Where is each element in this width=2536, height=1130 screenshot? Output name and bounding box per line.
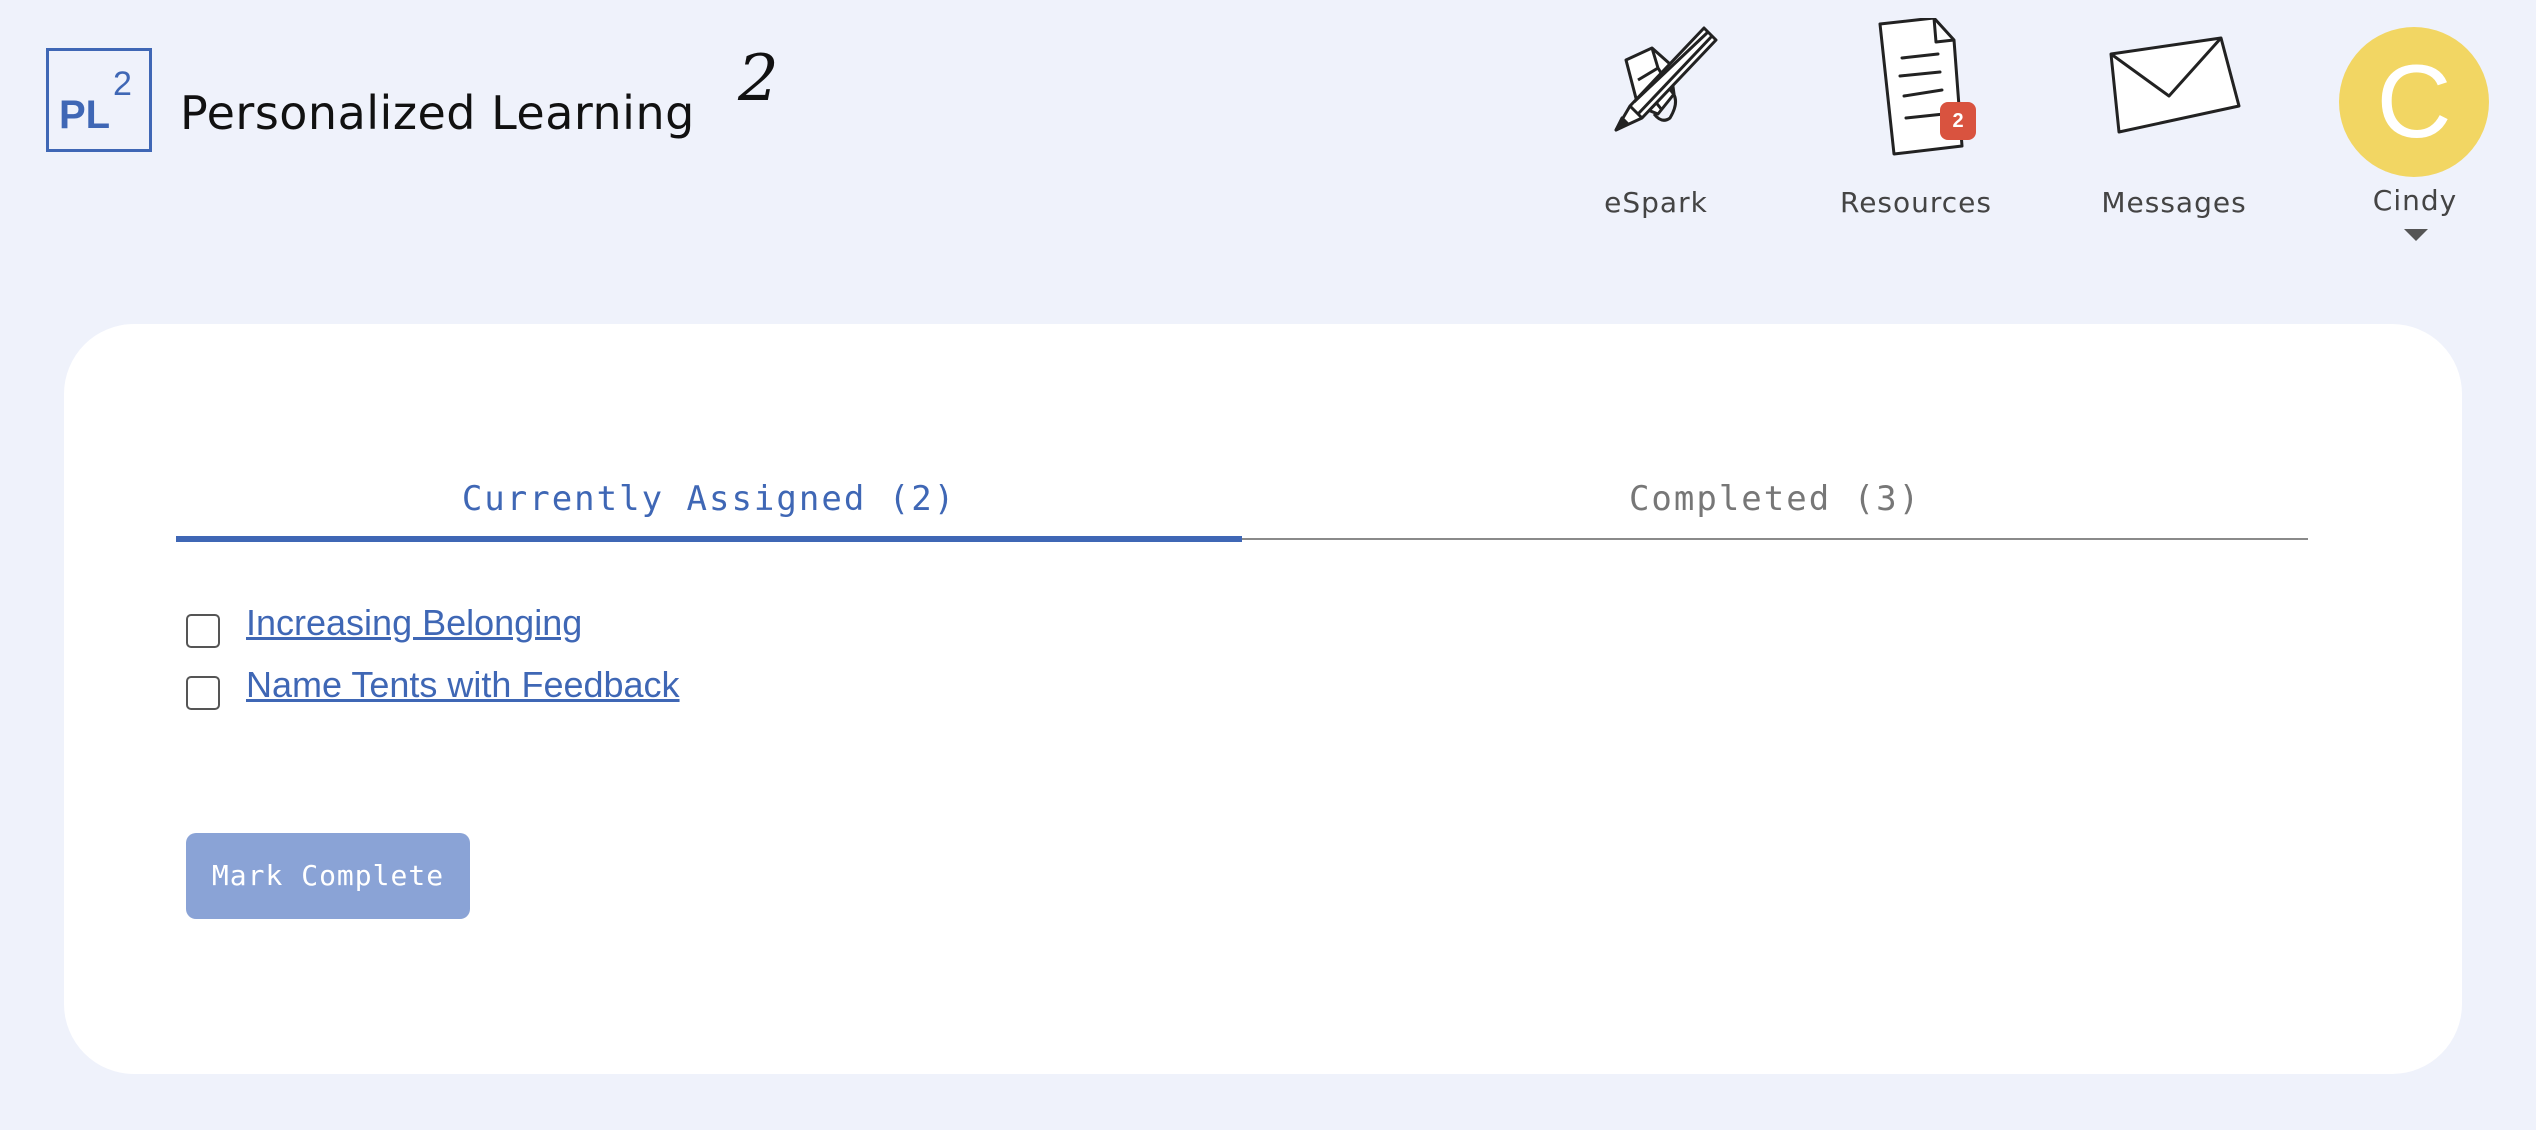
tab-active-indicator (176, 536, 1242, 542)
nav-espark[interactable]: eSpark (1556, 18, 1756, 228)
nav-messages-label: Messages (2101, 186, 2247, 219)
logo-text: PL (59, 93, 111, 137)
tab-currently-assigned[interactable]: Currently Assigned (2) (176, 454, 1242, 544)
task-link[interactable]: Name Tents with Feedback (246, 664, 680, 706)
pencil-eraser-icon (1556, 18, 1756, 148)
nav-espark-label: eSpark (1604, 186, 1708, 219)
chevron-down-icon[interactable] (2404, 229, 2428, 241)
app-title-superscript: 2 (738, 42, 779, 116)
task-link[interactable]: Increasing Belonging (246, 602, 582, 644)
user-name[interactable]: Cindy (2340, 184, 2490, 217)
tab-completed[interactable]: Completed (3) (1242, 454, 2308, 544)
logo[interactable]: PL 2 (46, 48, 152, 152)
logo-superscript: 2 (113, 65, 132, 103)
assignments-card: Currently Assigned (2) Completed (3) Inc… (64, 324, 2462, 1074)
avatar[interactable]: C (2339, 27, 2489, 177)
task-checkbox[interactable] (186, 614, 220, 648)
app-title: Personalized Learning (180, 86, 695, 140)
envelope-icon (2074, 18, 2274, 148)
resources-badge: 2 (1940, 102, 1976, 140)
nav-messages[interactable]: Messages (2074, 18, 2274, 228)
tab-bar: Currently Assigned (2) Completed (3) (176, 454, 2308, 544)
nav-resources[interactable]: 2 Resources (1816, 18, 2016, 228)
header: PL 2 Personalized Learning 2 eSpark 2 Re… (0, 0, 2536, 260)
document-icon (1816, 18, 2016, 158)
task-checkbox[interactable] (186, 676, 220, 710)
nav-resources-label: Resources (1840, 186, 1992, 219)
mark-complete-button[interactable]: Mark Complete (186, 833, 470, 919)
